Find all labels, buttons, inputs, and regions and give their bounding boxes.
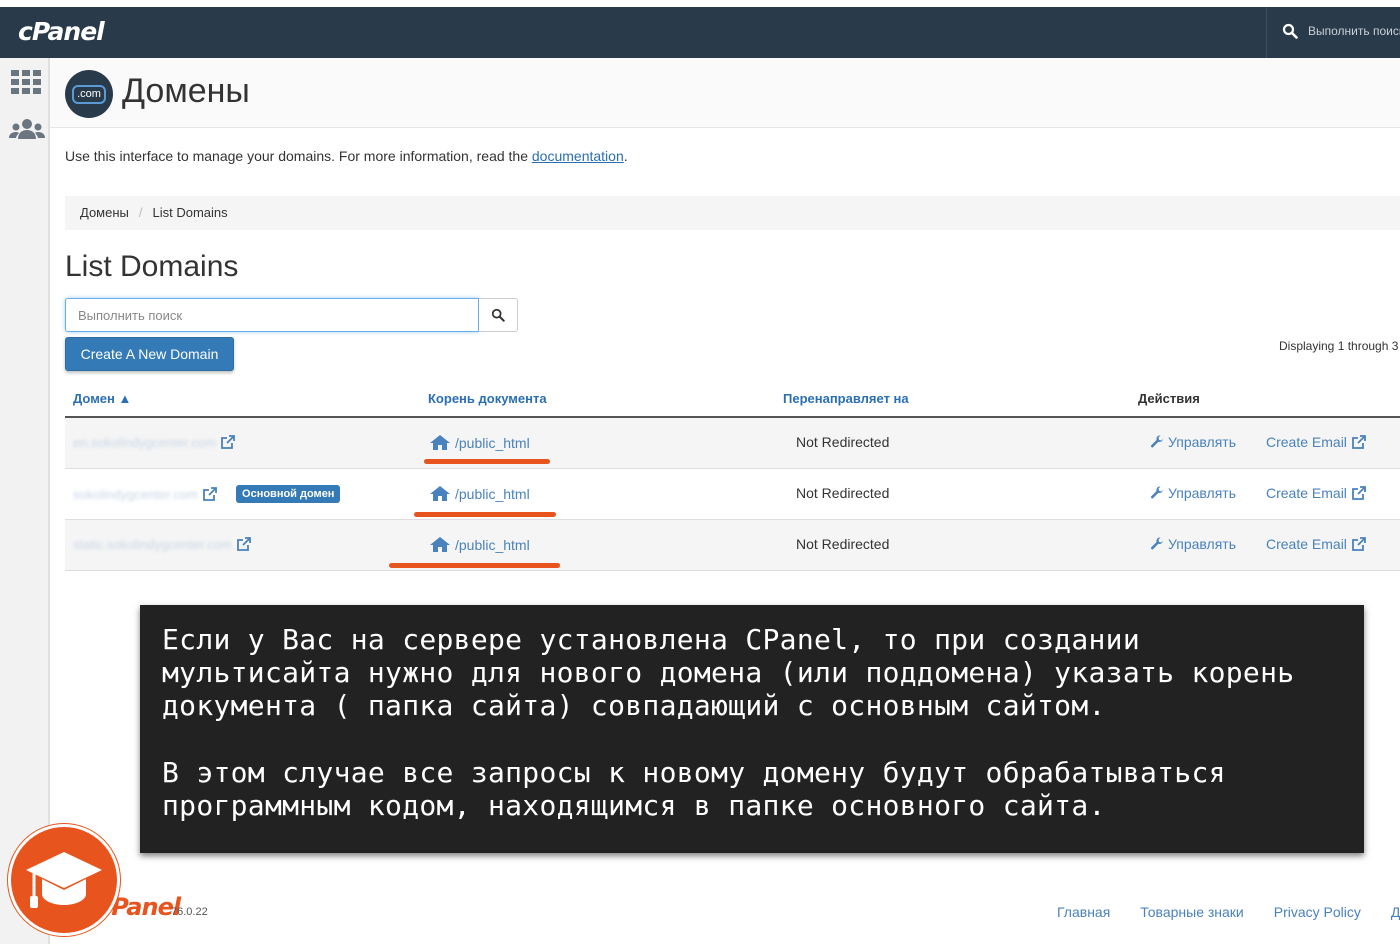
domain-cell: static.sokolindygcenter.com xyxy=(73,536,252,552)
docroot-link[interactable]: /public_html xyxy=(455,486,530,502)
docroot-link[interactable]: /public_html xyxy=(455,537,530,553)
external-link-icon[interactable] xyxy=(220,434,236,450)
breadcrumb-separator: / xyxy=(138,205,143,220)
docroot-cell[interactable]: /public_html xyxy=(429,536,530,553)
home-icon xyxy=(430,435,450,450)
com-badge-text: .com xyxy=(72,84,106,104)
table-row: sokolindygcenter.com Основной домен /pub… xyxy=(65,469,1400,520)
external-link-icon xyxy=(1352,435,1366,449)
redirect-cell: Not Redirected xyxy=(796,485,890,501)
global-search-placeholder: Выполнить поиск xyxy=(1308,24,1400,38)
primary-domain-badge: Основной домен xyxy=(236,485,341,503)
external-link-icon xyxy=(1352,537,1366,551)
create-email-link[interactable]: Create Email xyxy=(1266,536,1367,552)
domain-cell: en.sokolindygcenter.com xyxy=(73,434,236,450)
breadcrumb-item-list-domains: List Domains xyxy=(152,205,228,220)
highlight-underline xyxy=(389,563,560,568)
wrench-icon xyxy=(1150,435,1164,448)
grid-icon[interactable] xyxy=(11,70,41,94)
home-icon xyxy=(430,537,450,552)
create-email-label: Create Email xyxy=(1266,485,1347,501)
highlight-underline xyxy=(424,459,550,464)
redirect-cell: Not Redirected xyxy=(796,536,890,552)
manage-label: Управлять xyxy=(1168,485,1236,501)
page-header: .com Домены xyxy=(50,58,1400,128)
manage-label: Управлять xyxy=(1168,434,1236,450)
annotation-box: Если у Вас на сервере установлена CPanel… xyxy=(140,605,1364,853)
users-icon[interactable] xyxy=(9,118,45,140)
domains-app-icon: .com xyxy=(65,70,113,118)
search-icon xyxy=(1282,23,1298,39)
intro-text: Use this interface to manage your domain… xyxy=(65,148,628,164)
redirect-cell: Not Redirected xyxy=(796,434,890,450)
column-header-docroot[interactable]: Корень документа xyxy=(428,391,547,406)
footer-link-privacy[interactable]: Privacy Policy xyxy=(1274,904,1361,920)
footer-link-trademarks[interactable]: Товарные знаки xyxy=(1140,904,1243,920)
pagination-info: Displaying 1 through 3 xyxy=(1279,339,1399,353)
global-search[interactable]: Выполнить поиск xyxy=(1282,23,1400,39)
section-title: List Domains xyxy=(65,250,239,283)
search-button[interactable] xyxy=(479,298,518,332)
home-icon xyxy=(430,486,450,501)
domain-link[interactable]: static.sokolindygcenter.com xyxy=(73,537,232,552)
table-row: en.sokolindygcenter.com /public_html Not… xyxy=(65,418,1400,469)
domain-link[interactable]: en.sokolindygcenter.com xyxy=(73,435,216,450)
search-icon xyxy=(491,308,505,322)
footer-links: Главная Товарные знаки Privacy Policy Д xyxy=(1057,904,1400,920)
docroot-link[interactable]: /public_html xyxy=(455,435,530,451)
breadcrumb-item-domains[interactable]: Домены xyxy=(80,205,129,221)
create-email-label: Create Email xyxy=(1266,536,1347,552)
manage-link[interactable]: Управлять xyxy=(1150,485,1236,501)
footer-link-home[interactable]: Главная xyxy=(1057,904,1110,920)
page-title: Домены xyxy=(122,72,250,110)
create-email-label: Create Email xyxy=(1266,434,1347,450)
manage-link[interactable]: Управлять xyxy=(1150,536,1236,552)
intro-sentence: Use this interface to manage your domain… xyxy=(65,148,532,164)
documentation-link[interactable]: documentation xyxy=(532,148,624,164)
topbar-divider xyxy=(1266,7,1267,58)
sidebar xyxy=(0,58,50,944)
column-header-actions: Действия xyxy=(1138,391,1200,406)
docroot-cell[interactable]: /public_html xyxy=(429,434,530,451)
top-strip xyxy=(0,0,1400,7)
breadcrumb: Домены / List Domains xyxy=(65,196,1400,230)
search-input[interactable] xyxy=(65,298,479,332)
domain-cell: sokolindygcenter.com Основной домен xyxy=(73,485,341,503)
create-domain-button[interactable]: Create A New Domain xyxy=(65,337,234,371)
manage-label: Управлять xyxy=(1168,536,1236,552)
annotation-paragraph-1: Если у Вас на сервере установлена CPanel… xyxy=(162,623,1295,722)
docroot-cell[interactable]: /public_html xyxy=(429,485,530,502)
create-email-link[interactable]: Create Email xyxy=(1266,434,1367,450)
cpanel-logo[interactable]: cPanel xyxy=(18,17,105,46)
top-navbar: cPanel Выполнить поиск xyxy=(0,7,1400,58)
footer-version: 76.0.22 xyxy=(171,906,208,918)
footer-link-more[interactable]: Д xyxy=(1391,904,1400,920)
intro-end: . xyxy=(623,148,628,164)
highlight-underline xyxy=(414,512,556,517)
graduation-cap-badge xyxy=(8,824,120,936)
manage-link[interactable]: Управлять xyxy=(1150,434,1236,450)
graduation-cap-icon xyxy=(26,852,102,908)
annotation-paragraph-2: В этом случае все запросы к новому домен… xyxy=(162,756,1226,822)
wrench-icon xyxy=(1150,486,1164,499)
domain-link[interactable]: sokolindygcenter.com xyxy=(73,487,198,502)
table-header: Домен ▲ Корень документа Перенаправляет … xyxy=(65,388,1400,418)
domain-search xyxy=(65,298,518,332)
column-header-redirect[interactable]: Перенаправляет на xyxy=(783,391,909,406)
table-row: static.sokolindygcenter.com /public_html… xyxy=(65,520,1400,571)
wrench-icon xyxy=(1150,537,1164,550)
column-header-domain[interactable]: Домен ▲ xyxy=(73,391,131,406)
external-link-icon[interactable] xyxy=(236,536,252,552)
create-email-link[interactable]: Create Email xyxy=(1266,485,1367,501)
external-link-icon[interactable] xyxy=(202,486,218,502)
external-link-icon xyxy=(1352,486,1366,500)
